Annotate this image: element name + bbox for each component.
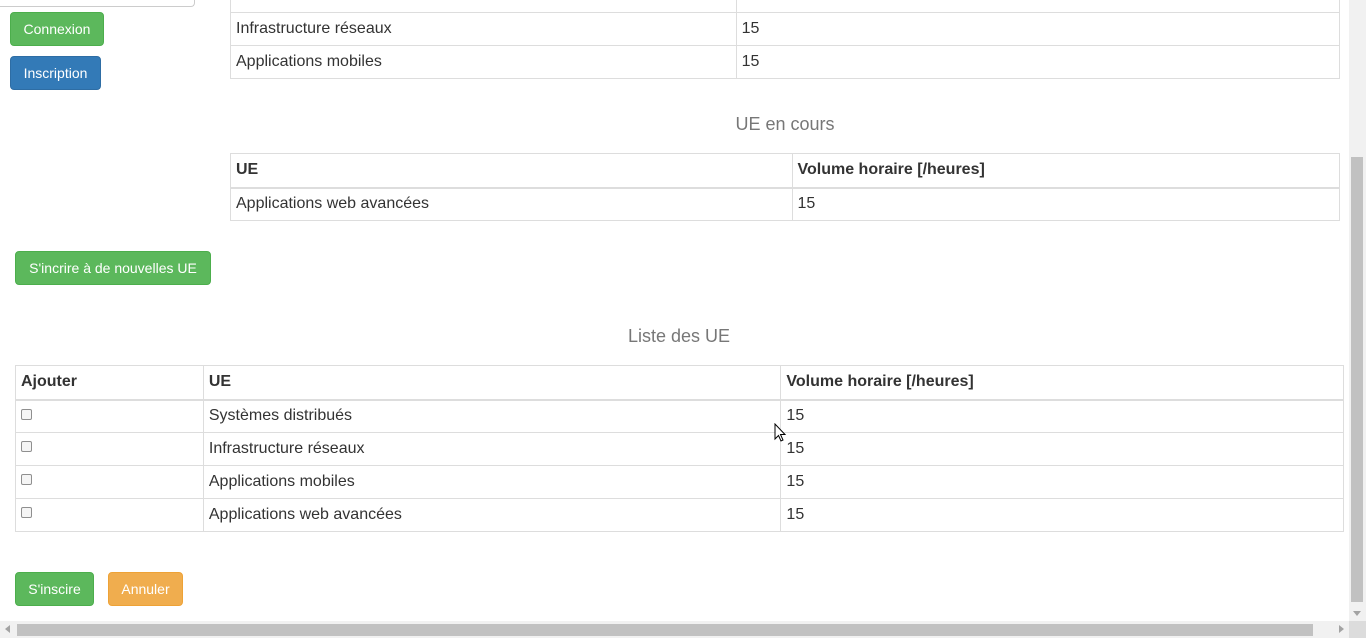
add-cell — [15, 399, 204, 433]
volume-cell: 15 — [791, 187, 1340, 221]
add-cell — [15, 432, 204, 466]
ue-cell: Applications web avancées — [230, 187, 793, 221]
add-checkbox-infrastructure-reseaux[interactable] — [21, 441, 32, 453]
page: Connexion Inscription Infrastructure rés… — [0, 0, 1366, 638]
current-ue-title: UE en cours — [735, 114, 835, 134]
scroll-right-arrow-icon[interactable] — [1339, 625, 1344, 633]
scroll-left-arrow-icon[interactable] — [5, 625, 10, 633]
enroll-new-ue-button[interactable]: S'incrire à de nouvelles UE — [15, 251, 211, 285]
volume-cell: 15 — [780, 399, 1344, 433]
volume-cell: 15 — [780, 465, 1344, 499]
table-cell — [735, 0, 1341, 13]
vertical-scrollbar-thumb[interactable] — [1351, 157, 1363, 602]
ue-cell: Applications web avancées — [202, 498, 782, 532]
header-add: Ajouter — [15, 365, 204, 401]
table-row: Infrastructure réseaux 15 — [15, 432, 1344, 466]
header-volume: Volume horaire [/heures] — [791, 153, 1340, 189]
horizontal-scrollbar-thumb[interactable] — [17, 624, 1313, 636]
cancel-button[interactable]: Annuler — [108, 572, 183, 606]
scroll-down-arrow-icon[interactable] — [1353, 611, 1361, 616]
sidebar-input-partial[interactable] — [0, 0, 195, 7]
ue-cell: Applications mobiles — [202, 465, 782, 499]
add-checkbox-systemes-distribues[interactable] — [21, 408, 32, 420]
table-header-row: UE Volume horaire [/heures] — [230, 153, 1340, 189]
table-row: Applications mobiles 15 — [15, 465, 1344, 499]
table-row: Systèmes distribués 15 — [15, 399, 1344, 433]
table-cell — [230, 0, 737, 13]
add-cell — [15, 498, 204, 532]
volume-cell: 15 — [735, 45, 1341, 79]
completed-ue-table: Infrastructure réseaux 15 Applications m… — [230, 0, 1341, 79]
volume-cell: 15 — [780, 498, 1344, 532]
table-header-row: Ajouter UE Volume horaire [/heures] — [15, 365, 1344, 401]
add-cell — [15, 465, 204, 499]
table-row: Applications mobiles 15 — [230, 45, 1341, 79]
register-button[interactable]: Inscription — [10, 56, 101, 90]
submit-button[interactable]: S'inscire — [15, 572, 94, 606]
ue-cell: Infrastructure réseaux — [202, 432, 782, 466]
header-ue: UE — [230, 153, 793, 189]
header-ue: UE — [202, 365, 782, 401]
ue-list-title: Liste des UE — [627, 326, 731, 346]
table-row: Infrastructure réseaux 15 — [230, 12, 1341, 46]
ue-list-table: Ajouter UE Volume horaire [/heures] Syst… — [15, 365, 1344, 532]
table-row — [230, 0, 1341, 13]
table-row: Applications web avancées 15 — [15, 498, 1344, 532]
table-row: Applications web avancées 15 — [230, 187, 1340, 221]
add-checkbox-applications-web-avancees[interactable] — [21, 507, 32, 519]
ue-cell: Applications mobiles — [230, 45, 737, 79]
volume-cell: 15 — [780, 432, 1344, 466]
add-checkbox-applications-mobiles[interactable] — [21, 474, 32, 486]
current-ue-table: UE Volume horaire [/heures] Applications… — [230, 153, 1340, 221]
scrollbar-corner — [1349, 621, 1366, 638]
ue-cell: Systèmes distribués — [202, 399, 782, 433]
mouse-cursor-icon — [774, 423, 787, 442]
horizontal-scrollbar[interactable] — [0, 621, 1349, 638]
ue-cell: Infrastructure réseaux — [230, 12, 737, 46]
vertical-scrollbar[interactable] — [1349, 0, 1366, 621]
login-button[interactable]: Connexion — [10, 12, 104, 46]
header-volume: Volume horaire [/heures] — [780, 365, 1344, 401]
volume-cell: 15 — [735, 12, 1341, 46]
